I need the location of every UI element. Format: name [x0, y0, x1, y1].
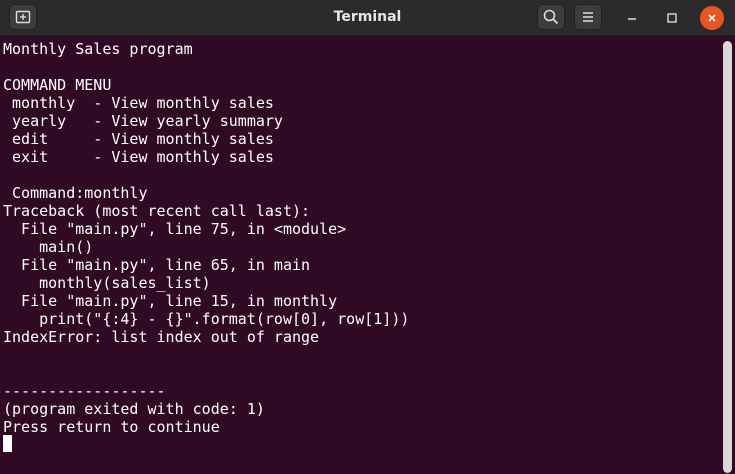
terminal-line: File "main.py", line 15, in monthly: [3, 292, 338, 310]
terminal-line: monthly(sales_list): [3, 274, 211, 292]
title-bar: Terminal: [0, 0, 735, 36]
menu-button[interactable]: [574, 4, 602, 30]
search-button[interactable]: [537, 4, 565, 30]
terminal-line: Monthly Sales program: [3, 40, 193, 58]
terminal-line: Traceback (most recent call last):: [3, 202, 311, 220]
maximize-button[interactable]: [660, 6, 684, 30]
terminal-line: File "main.py", line 65, in main: [3, 256, 311, 274]
terminal-line: COMMAND MENU: [3, 76, 112, 94]
terminal-text: Monthly Sales program COMMAND MENU monthl…: [3, 40, 721, 436]
terminal-line: main(): [3, 238, 94, 256]
terminal-line: File "main.py", line 75, in <module>: [3, 220, 347, 238]
terminal-line: edit - View monthly sales: [3, 130, 274, 148]
text-cursor: [3, 435, 12, 452]
terminal-window: Terminal Monthly Sales program COMMAND M…: [0, 0, 735, 474]
minimize-button[interactable]: [620, 6, 644, 30]
terminal-line: yearly - View yearly summary: [3, 112, 283, 130]
terminal-line: (program exited with code: 1): [3, 400, 265, 418]
close-button[interactable]: [700, 6, 724, 30]
minimize-icon: [628, 18, 636, 20]
scrollbar[interactable]: [723, 40, 732, 473]
scrollbar-thumb[interactable]: [723, 41, 732, 473]
search-icon: [543, 9, 559, 25]
hamburger-menu-icon: [583, 12, 593, 22]
terminal-line: print("{:4} - {}".format(row[0], row[1])…: [3, 310, 410, 328]
terminal-line: ------------------: [3, 382, 166, 400]
maximize-icon: [667, 13, 677, 23]
terminal-line: Command:monthly: [3, 184, 148, 202]
terminal-line: monthly - View monthly sales: [3, 94, 274, 112]
terminal-output[interactable]: Monthly Sales program COMMAND MENU monthl…: [3, 40, 721, 470]
terminal-line: exit - View monthly sales: [3, 148, 274, 166]
terminal-line: IndexError: list index out of range: [3, 328, 320, 346]
terminal-line: Press return to continue: [3, 418, 220, 436]
close-icon: [708, 14, 716, 22]
